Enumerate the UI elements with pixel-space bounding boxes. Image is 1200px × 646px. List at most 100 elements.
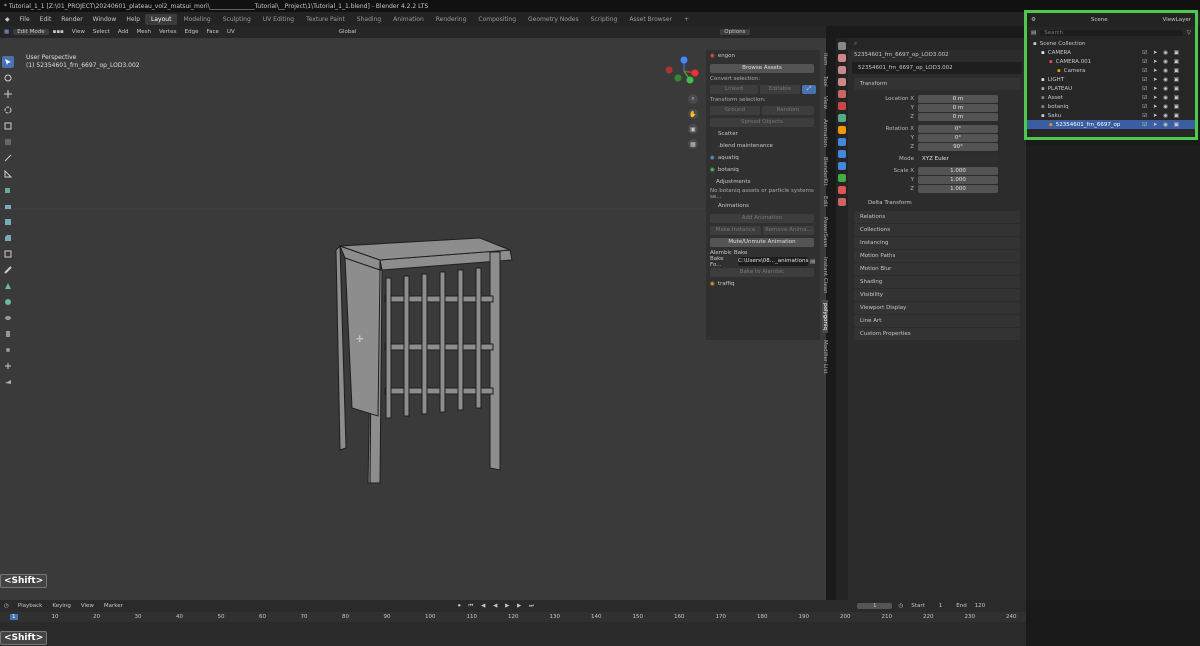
bake-folder-field[interactable]: C:\Users\08..._animations: [738, 257, 808, 266]
tab-powersave[interactable]: PowerSave: [822, 214, 828, 250]
menu-edge[interactable]: Edge: [181, 29, 203, 35]
relations-section[interactable]: Relations: [854, 211, 1020, 223]
visibility-toggles[interactable]: ☑ ➤ ◉ ▣: [1142, 59, 1181, 65]
mode-selector[interactable]: Edit Mode: [13, 29, 49, 35]
search-icon[interactable]: ⌕: [854, 41, 857, 48]
outliner-scene-name[interactable]: Scene: [1091, 17, 1108, 23]
delta-transform-section[interactable]: Delta Transform: [848, 198, 1026, 207]
cursor-icon[interactable]: [2, 72, 14, 84]
browse-assets-button[interactable]: Browse Assets: [710, 63, 814, 73]
outliner-row[interactable]: ▪ PLATEAU ☑ ➤ ◉ ▣: [1027, 84, 1195, 93]
visibility-toggles[interactable]: ☑ ➤ ◉ ▣: [1142, 95, 1181, 101]
playback-menu[interactable]: Playback: [18, 603, 43, 609]
menu-face[interactable]: Face: [202, 29, 222, 35]
knife-icon[interactable]: [2, 264, 14, 276]
spread-objects-button[interactable]: Spread Objects: [710, 117, 814, 127]
tab-view[interactable]: View: [822, 93, 828, 112]
ground-button[interactable]: Ground: [710, 105, 760, 115]
traffiq-section[interactable]: ◉ traffiq: [706, 278, 820, 290]
scene-props-icon[interactable]: [838, 90, 846, 98]
measure-icon[interactable]: [2, 168, 14, 180]
outliner-row[interactable]: ▪ CAMERA ☑ ➤ ◉ ▣: [1027, 48, 1195, 57]
editable-button[interactable]: Editable: [760, 84, 800, 94]
scatter-section[interactable]: Scatter: [706, 128, 820, 140]
menu-select[interactable]: Select: [89, 29, 114, 35]
output-props-icon[interactable]: [838, 66, 846, 74]
tab-animation[interactable]: Animation: [387, 14, 430, 25]
menu-vertex[interactable]: Vertex: [155, 29, 181, 35]
location-y-field[interactable]: 0 m: [918, 103, 998, 112]
transform-header[interactable]: Transform: [854, 78, 1020, 90]
timeline-view-menu[interactable]: View: [81, 603, 94, 609]
tab-scripting[interactable]: Scripting: [585, 14, 624, 25]
visibility-toggles[interactable]: ☑ ➤ ◉ ▣: [1142, 113, 1181, 119]
outliner-row[interactable]: ▪ CAMERA.001 ☑ ➤ ◉ ▣: [1027, 57, 1195, 66]
transform-orientation[interactable]: Global: [335, 29, 361, 35]
tab-uv-editing[interactable]: UV Editing: [257, 14, 300, 25]
filter-icon[interactable]: ▽: [1187, 30, 1191, 36]
mute-animation-button[interactable]: Mute/Unmute Animation: [710, 237, 814, 247]
outliner-row[interactable]: ▪ Asset ☑ ➤ ◉ ▣: [1027, 93, 1195, 102]
inset-icon[interactable]: [2, 216, 14, 228]
custom-properties-section[interactable]: Custom Properties: [854, 328, 1020, 340]
pan-icon[interactable]: ✋: [688, 109, 698, 119]
smooth-icon[interactable]: [2, 312, 14, 324]
visibility-toggles[interactable]: ☑ ➤ ◉ ▣: [1142, 86, 1181, 92]
tab-item[interactable]: Item: [822, 50, 828, 69]
shading-section[interactable]: Shading: [854, 276, 1020, 288]
make-instance-button[interactable]: Make Instance: [710, 225, 761, 235]
bevel-icon[interactable]: [2, 232, 14, 244]
collection-props-icon[interactable]: [838, 114, 846, 122]
tool-props-icon[interactable]: [838, 42, 846, 50]
tab-texture-paint[interactable]: Texture Paint: [300, 14, 351, 25]
motion-blur-section[interactable]: Motion Blur: [854, 263, 1020, 275]
zoom-icon[interactable]: ⌕: [688, 94, 698, 104]
ortho-toggle-icon[interactable]: ▦: [688, 139, 698, 149]
render-props-icon[interactable]: [838, 54, 846, 62]
add-workspace-button[interactable]: +: [678, 14, 695, 25]
shrink-fatten-icon[interactable]: [2, 344, 14, 356]
keying-menu[interactable]: Keying: [52, 603, 70, 609]
tab-instant-clean[interactable]: Instant Clean: [822, 254, 828, 297]
tab-modeling[interactable]: Modeling: [177, 14, 216, 25]
poly-build-icon[interactable]: [2, 280, 14, 292]
aquatiq-section[interactable]: ◉ aquatiq: [706, 152, 820, 164]
tab-polygoniq[interactable]: polygoniq: [822, 300, 828, 334]
loop-cut-icon[interactable]: [2, 248, 14, 260]
select-box-icon[interactable]: [2, 56, 14, 68]
animations-section[interactable]: Animations: [706, 200, 820, 212]
texture-props-icon[interactable]: [838, 198, 846, 206]
editor-type-icon[interactable]: ▦: [0, 29, 13, 35]
rotation-mode-select[interactable]: XYZ Euler: [918, 154, 998, 163]
viewlayer-name[interactable]: ViewLayer: [1163, 17, 1191, 23]
visibility-toggles[interactable]: ☑ ➤ ◉ ▣: [1142, 122, 1181, 128]
shear-icon[interactable]: [2, 360, 14, 372]
transform-icon[interactable]: [2, 136, 14, 148]
tab-tool[interactable]: Tool: [822, 73, 828, 90]
edge-slide-icon[interactable]: [2, 328, 14, 340]
tab-geometry-nodes[interactable]: Geometry Nodes: [522, 14, 585, 25]
adjustments-section[interactable]: Adjustments: [706, 176, 820, 188]
material-props-icon[interactable]: [838, 186, 846, 194]
remove-animation-button[interactable]: Remove Anima...: [763, 225, 814, 235]
convert-toggle-icon[interactable]: ⤢: [802, 84, 816, 94]
blend-maintenance-section[interactable]: .blend maintenance: [706, 140, 820, 152]
rotate-icon[interactable]: [2, 104, 14, 116]
options-button[interactable]: Options: [720, 29, 750, 35]
annotate-icon[interactable]: [2, 152, 14, 164]
view-layer-props-icon[interactable]: [838, 78, 846, 86]
end-field[interactable]: 120: [975, 603, 986, 609]
editor-type-timeline-icon[interactable]: ◷: [4, 603, 9, 609]
bake-alembic-button[interactable]: Bake to Alembic: [710, 267, 814, 277]
outliner-search-input[interactable]: Search: [1040, 30, 1183, 36]
timeline-ruler[interactable]: 1 10 20 30 40 50 60 70 80 90 100 110 120 130 140 150 160…: [0, 612, 1026, 622]
outliner-row[interactable]: ▪ Camera ☑ ➤ ◉ ▣: [1027, 66, 1195, 75]
linked-button[interactable]: Linked: [710, 84, 758, 94]
constraints-props-icon[interactable]: [838, 174, 846, 182]
menu-window[interactable]: Window: [88, 16, 122, 23]
playback-controls[interactable]: ⏺ ⏮ ◀ ◀ ▶ ▶ ⏭: [458, 603, 537, 610]
collections-section[interactable]: Collections: [854, 224, 1020, 236]
tab-asset-browser[interactable]: Asset Browser: [623, 14, 678, 25]
outliner-row[interactable]: ▪ botaniq ☑ ➤ ◉ ▣: [1027, 102, 1195, 111]
menu-add[interactable]: Add: [114, 29, 133, 35]
